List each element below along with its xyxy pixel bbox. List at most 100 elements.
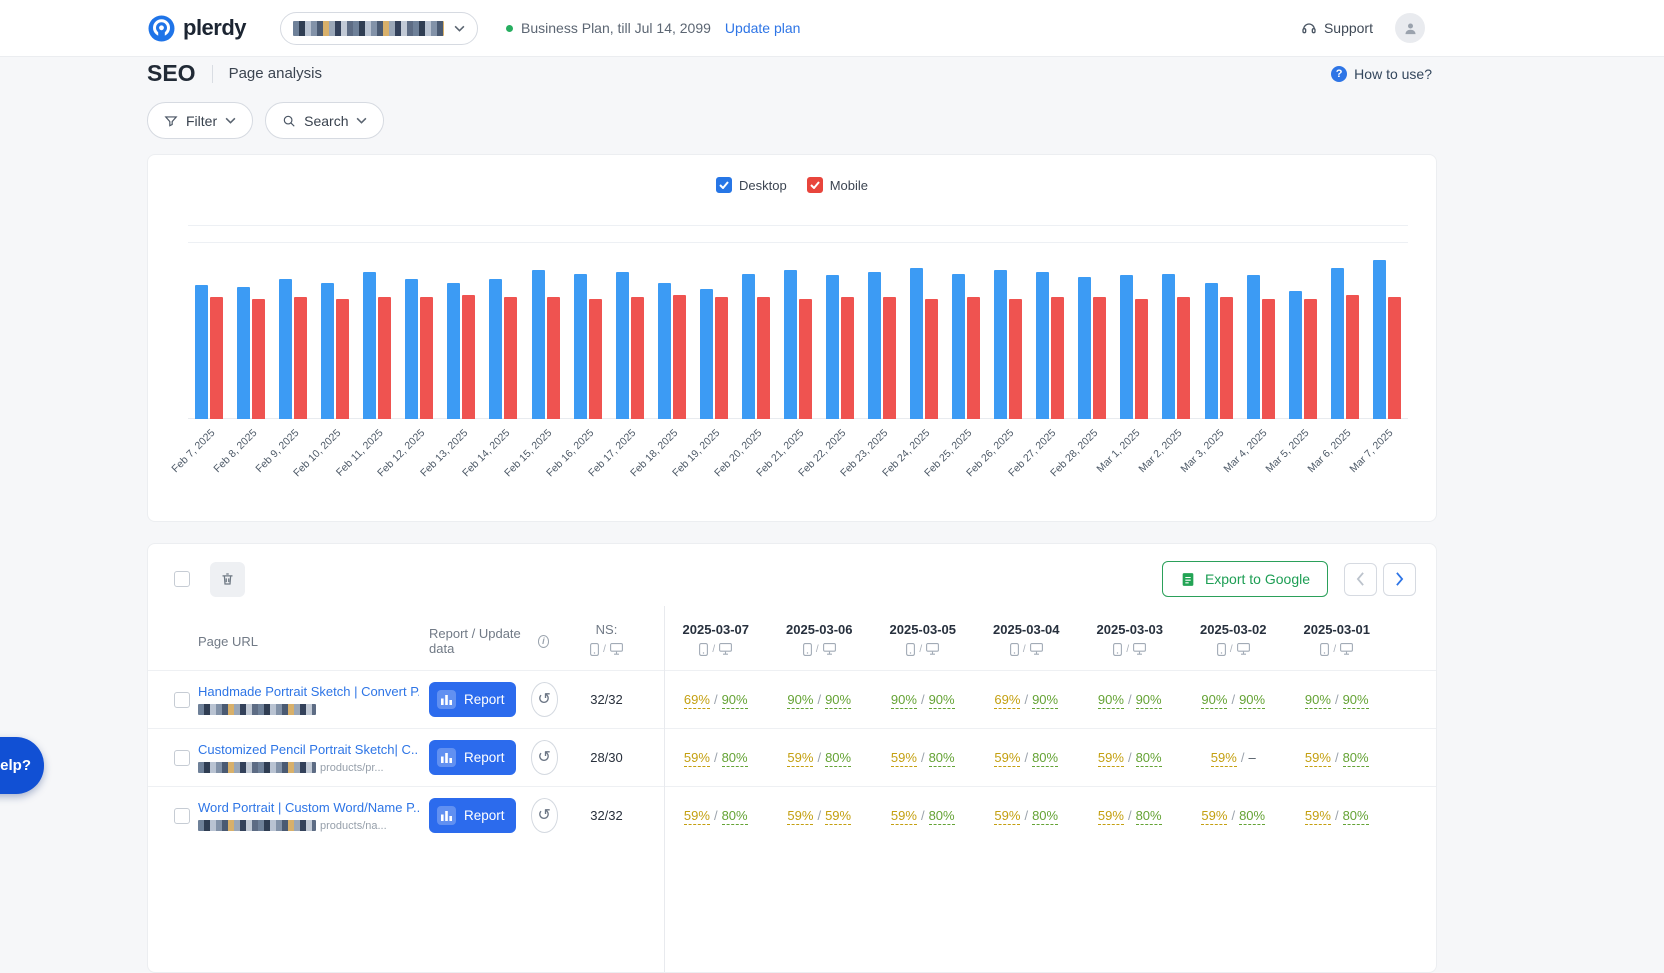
mobile-bar[interactable] bbox=[378, 297, 391, 419]
page-url-link[interactable]: Customized Pencil Portrait Sketch| C... bbox=[198, 742, 419, 757]
info-icon[interactable]: i bbox=[538, 635, 549, 648]
mobile-bar[interactable] bbox=[1304, 299, 1317, 419]
desktop-bar[interactable] bbox=[616, 272, 629, 419]
mobile-score-link[interactable]: 59% bbox=[684, 750, 710, 767]
report-button[interactable]: Report bbox=[429, 798, 516, 833]
desktop-score-link[interactable]: 90% bbox=[1136, 692, 1162, 709]
mobile-bar[interactable] bbox=[1220, 297, 1233, 419]
delete-button[interactable] bbox=[210, 562, 245, 597]
desktop-bar[interactable] bbox=[1289, 291, 1302, 419]
desktop-bar[interactable] bbox=[826, 275, 839, 419]
mobile-score-link[interactable]: 59% bbox=[1305, 808, 1331, 825]
mobile-score-link[interactable]: 59% bbox=[1305, 750, 1331, 767]
mobile-score-link[interactable]: 69% bbox=[994, 692, 1020, 709]
desktop-score-link[interactable]: 80% bbox=[1239, 808, 1265, 825]
desktop-score-link[interactable]: 90% bbox=[722, 692, 748, 709]
plerdy-logo[interactable]: plerdy bbox=[148, 15, 246, 42]
mobile-bar[interactable] bbox=[210, 297, 223, 419]
row-checkbox[interactable] bbox=[174, 750, 190, 766]
desktop-bar[interactable] bbox=[1078, 277, 1091, 419]
mobile-bar[interactable] bbox=[1177, 297, 1190, 419]
desktop-score-link[interactable]: 80% bbox=[722, 808, 748, 825]
mobile-bar[interactable] bbox=[294, 297, 307, 419]
search-button[interactable]: Search bbox=[265, 102, 384, 139]
mobile-bar[interactable] bbox=[589, 299, 602, 419]
mobile-bar[interactable] bbox=[1262, 299, 1275, 419]
support-button[interactable]: Support bbox=[1301, 20, 1373, 36]
mobile-bar[interactable] bbox=[841, 297, 854, 419]
mobile-score-link[interactable]: 59% bbox=[1201, 808, 1227, 825]
desktop-score-link[interactable]: 80% bbox=[1343, 750, 1369, 767]
mobile-bar[interactable] bbox=[1388, 297, 1401, 419]
next-page-button[interactable] bbox=[1383, 563, 1416, 596]
desktop-bar[interactable] bbox=[237, 287, 250, 419]
prev-page-button[interactable] bbox=[1344, 563, 1377, 596]
desktop-bar[interactable] bbox=[363, 272, 376, 419]
desktop-bar[interactable] bbox=[1247, 275, 1260, 419]
mobile-score-link[interactable]: 59% bbox=[994, 750, 1020, 767]
export-to-google-button[interactable]: Export to Google bbox=[1162, 561, 1328, 597]
desktop-bar[interactable] bbox=[405, 279, 418, 419]
select-all-checkbox[interactable] bbox=[174, 571, 190, 587]
desktop-bar[interactable] bbox=[1120, 275, 1133, 419]
legend-desktop[interactable]: Desktop bbox=[716, 177, 787, 193]
desktop-bar[interactable] bbox=[1373, 260, 1386, 419]
mobile-score-link[interactable]: 69% bbox=[684, 692, 710, 709]
mobile-score-link[interactable]: 90% bbox=[891, 692, 917, 709]
desktop-score-link[interactable]: 80% bbox=[1032, 750, 1058, 767]
mobile-bar[interactable] bbox=[1009, 299, 1022, 419]
desktop-bar[interactable] bbox=[1162, 274, 1175, 420]
mobile-score-link[interactable]: 59% bbox=[787, 808, 813, 825]
mobile-score-link[interactable]: 90% bbox=[787, 692, 813, 709]
desktop-bar[interactable] bbox=[279, 279, 292, 419]
desktop-score-link[interactable]: 80% bbox=[1032, 808, 1058, 825]
desktop-score-link[interactable]: 59% bbox=[825, 808, 851, 825]
mobile-bar[interactable] bbox=[631, 297, 644, 419]
desktop-score-link[interactable]: 80% bbox=[929, 808, 955, 825]
desktop-bar[interactable] bbox=[952, 274, 965, 420]
desktop-score-link[interactable]: – bbox=[1248, 750, 1255, 766]
desktop-bar[interactable] bbox=[1036, 272, 1049, 419]
page-url-link[interactable]: Handmade Portrait Sketch | Convert P... bbox=[198, 684, 419, 699]
mobile-score-link[interactable]: 90% bbox=[1201, 692, 1227, 709]
desktop-checkbox[interactable] bbox=[716, 177, 732, 193]
mobile-score-link[interactable]: 59% bbox=[787, 750, 813, 767]
mobile-bar[interactable] bbox=[547, 297, 560, 419]
desktop-bar[interactable] bbox=[784, 270, 797, 419]
desktop-score-link[interactable]: 80% bbox=[1136, 750, 1162, 767]
desktop-score-link[interactable]: 80% bbox=[929, 750, 955, 767]
desktop-score-link[interactable]: 80% bbox=[1136, 808, 1162, 825]
desktop-score-link[interactable]: 90% bbox=[1239, 692, 1265, 709]
report-button[interactable]: Report bbox=[429, 740, 516, 775]
desktop-score-link[interactable]: 90% bbox=[929, 692, 955, 709]
update-plan-link[interactable]: Update plan bbox=[725, 20, 801, 36]
desktop-bar[interactable] bbox=[532, 270, 545, 419]
desktop-score-link[interactable]: 90% bbox=[1343, 692, 1369, 709]
desktop-score-link[interactable]: 80% bbox=[722, 750, 748, 767]
desktop-bar[interactable] bbox=[195, 285, 208, 419]
mobile-bar[interactable] bbox=[967, 297, 980, 419]
desktop-bar[interactable] bbox=[742, 274, 755, 420]
mobile-bar[interactable] bbox=[925, 299, 938, 419]
mobile-bar[interactable] bbox=[1093, 297, 1106, 419]
desktop-bar[interactable] bbox=[868, 272, 881, 419]
desktop-score-link[interactable]: 90% bbox=[1032, 692, 1058, 709]
mobile-bar[interactable] bbox=[1051, 297, 1064, 419]
desktop-bar[interactable] bbox=[1205, 283, 1218, 419]
mobile-score-link[interactable]: 59% bbox=[1211, 750, 1237, 767]
mobile-bar[interactable] bbox=[504, 297, 517, 419]
mobile-bar[interactable] bbox=[715, 297, 728, 419]
mobile-checkbox[interactable] bbox=[807, 177, 823, 193]
mobile-score-link[interactable]: 59% bbox=[891, 750, 917, 767]
desktop-bar[interactable] bbox=[489, 279, 502, 419]
desktop-score-link[interactable]: 90% bbox=[825, 692, 851, 709]
desktop-bar[interactable] bbox=[574, 274, 587, 420]
mobile-bar[interactable] bbox=[673, 295, 686, 419]
user-avatar[interactable] bbox=[1395, 13, 1425, 43]
mobile-score-link[interactable]: 90% bbox=[1098, 692, 1124, 709]
mobile-score-link[interactable]: 59% bbox=[1098, 750, 1124, 767]
mobile-score-link[interactable]: 59% bbox=[684, 808, 710, 825]
page-url-link[interactable]: Word Portrait | Custom Word/Name P... bbox=[198, 800, 419, 815]
desktop-score-link[interactable]: 80% bbox=[825, 750, 851, 767]
site-selector-dropdown[interactable] bbox=[280, 12, 478, 45]
